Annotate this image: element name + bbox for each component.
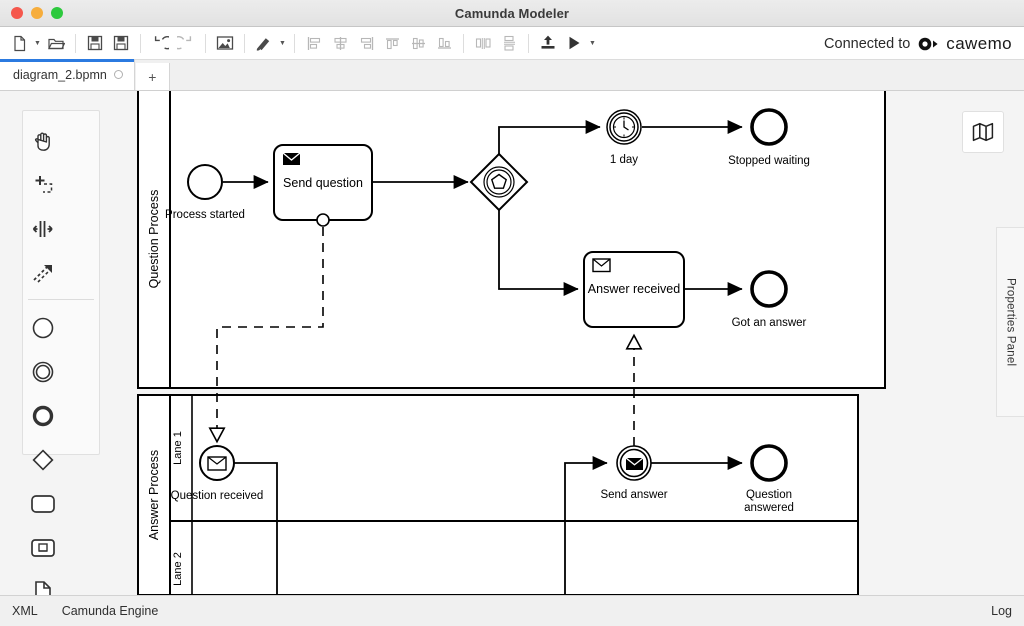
label-send-question: Send question [283,176,363,190]
tab-label: diagram_2.bpmn [13,67,107,82]
connection-prefix-label: Connected to [824,35,911,52]
distribute-vertically-button[interactable] [496,30,522,56]
run-button[interactable] [561,30,587,56]
align-middle-button[interactable] [405,30,431,56]
save-file-as-button[interactable] [108,30,134,56]
label-send-answer: Send answer [600,489,667,501]
boundary-message-event-icon[interactable] [316,213,330,227]
log-toggle-button[interactable]: Log [979,604,1024,618]
open-file-button[interactable] [43,30,69,56]
toolbar-divider [294,33,295,53]
create-end-event-button[interactable] [23,394,62,438]
element-palette[interactable] [22,110,100,595]
align-left-button[interactable] [301,30,327,56]
camunda-engine-tab-button[interactable]: Camunda Engine [50,604,171,618]
hand-icon [34,132,50,151]
align-dropdown-caret-down-icon[interactable]: ▼ [277,30,288,56]
lasso-tool-button[interactable] [23,163,62,207]
status-bar: XML Camunda Engine Log [0,595,1024,626]
save-file-button[interactable] [82,30,108,56]
properties-panel-tab[interactable]: Properties Panel [996,227,1024,417]
label-question-answered-line2: answered [744,502,794,514]
toolbar-divider [463,33,464,53]
minimap-toggle-button[interactable] [962,111,1004,153]
data-object-icon [34,581,51,595]
close-circle-icon[interactable] [113,70,123,79]
camunda-modeler-window: Camunda Modeler ▼ ▼ ▼ Connected to cawem… [0,0,1024,626]
pool-label-question-process: Question Process [147,190,161,289]
create-start-event-button[interactable] [23,306,62,350]
space-tool-icon [32,221,53,237]
title-bar: Camunda Modeler [0,0,1024,27]
cawemo-logo-icon [917,35,939,53]
lane-label-lane-2: Lane 2 [172,552,184,586]
tab-diagram-2-bpmn[interactable]: diagram_2.bpmn [0,59,135,90]
label-question-answered-line1: Question [746,489,792,501]
export-image-button[interactable] [212,30,238,56]
create-data-object-button[interactable] [23,570,62,595]
label-process-started: Process started [165,209,245,221]
align-bottom-button[interactable] [431,30,457,56]
tab-bar: diagram_2.bpmn + [0,59,1024,91]
properties-panel-label: Properties Panel [1004,277,1017,367]
gateway-diamond-icon [31,449,54,471]
palette-divider [28,299,94,300]
element-send-task-send-question[interactable]: Send question [273,144,373,227]
new-tab-button[interactable]: + [135,63,170,90]
window-title: Camunda Modeler [454,5,570,21]
xml-tab-button[interactable]: XML [0,604,50,618]
create-gateway-button[interactable] [23,438,62,482]
connect-arrow-icon [32,265,52,283]
deploy-button[interactable] [535,30,561,56]
bpmn-diagram: Question Process Process started Send qu… [137,91,886,595]
run-dropdown-caret-down-icon[interactable]: ▼ [587,30,598,56]
toolbar-divider [75,33,76,53]
global-connect-tool-button[interactable] [23,251,62,295]
connection-status: Connected to cawemo [824,27,1012,60]
align-right-button[interactable] [353,30,379,56]
toolbar-divider [140,33,141,53]
toolbar-divider [205,33,206,53]
intermediate-event-icon [32,361,53,383]
label-answer-received: Answer received [588,282,680,296]
diagram-canvas[interactable]: Question Process Process started Send qu… [0,91,1024,595]
subprocess-expanded-icon [30,539,55,557]
lasso-icon [35,176,52,193]
undo-button[interactable] [147,30,173,56]
toolbar-divider [244,33,245,53]
label-got-an-answer: Got an answer [732,317,807,329]
align-center-button[interactable] [327,30,353,56]
start-event-icon [32,317,53,339]
main-toolbar: ▼ ▼ ▼ Connected to cawemo [0,27,1024,60]
create-intermediate-event-button[interactable] [23,350,62,394]
distribute-horizontally-button[interactable] [470,30,496,56]
toolbar-divider [528,33,529,53]
label-1-day: 1 day [610,154,638,166]
end-event-icon [32,405,53,427]
element-timer-event-1-day[interactable]: 1 day [606,109,642,166]
lane-label-lane-1: Lane 1 [172,431,184,465]
create-subprocess-button[interactable] [23,526,62,570]
create-task-button[interactable] [23,482,62,526]
align-top-button[interactable] [379,30,405,56]
redo-button[interactable] [173,30,199,56]
pool-label-answer-process: Answer Process [147,450,161,540]
cawemo-label: cawemo [946,33,1012,53]
space-tool-button[interactable] [23,207,62,251]
task-icon [30,495,55,513]
new-file-button[interactable] [6,30,32,56]
label-stopped-waiting: Stopped waiting [728,155,810,167]
map-icon [972,122,994,142]
new-file-dropdown-caret-down-icon[interactable]: ▼ [32,30,43,56]
align-elements-button[interactable] [251,30,277,56]
element-receive-task-answer-received[interactable]: Answer received [583,251,685,328]
label-question-received: Question received [171,490,264,502]
hand-tool-button[interactable] [23,119,62,163]
